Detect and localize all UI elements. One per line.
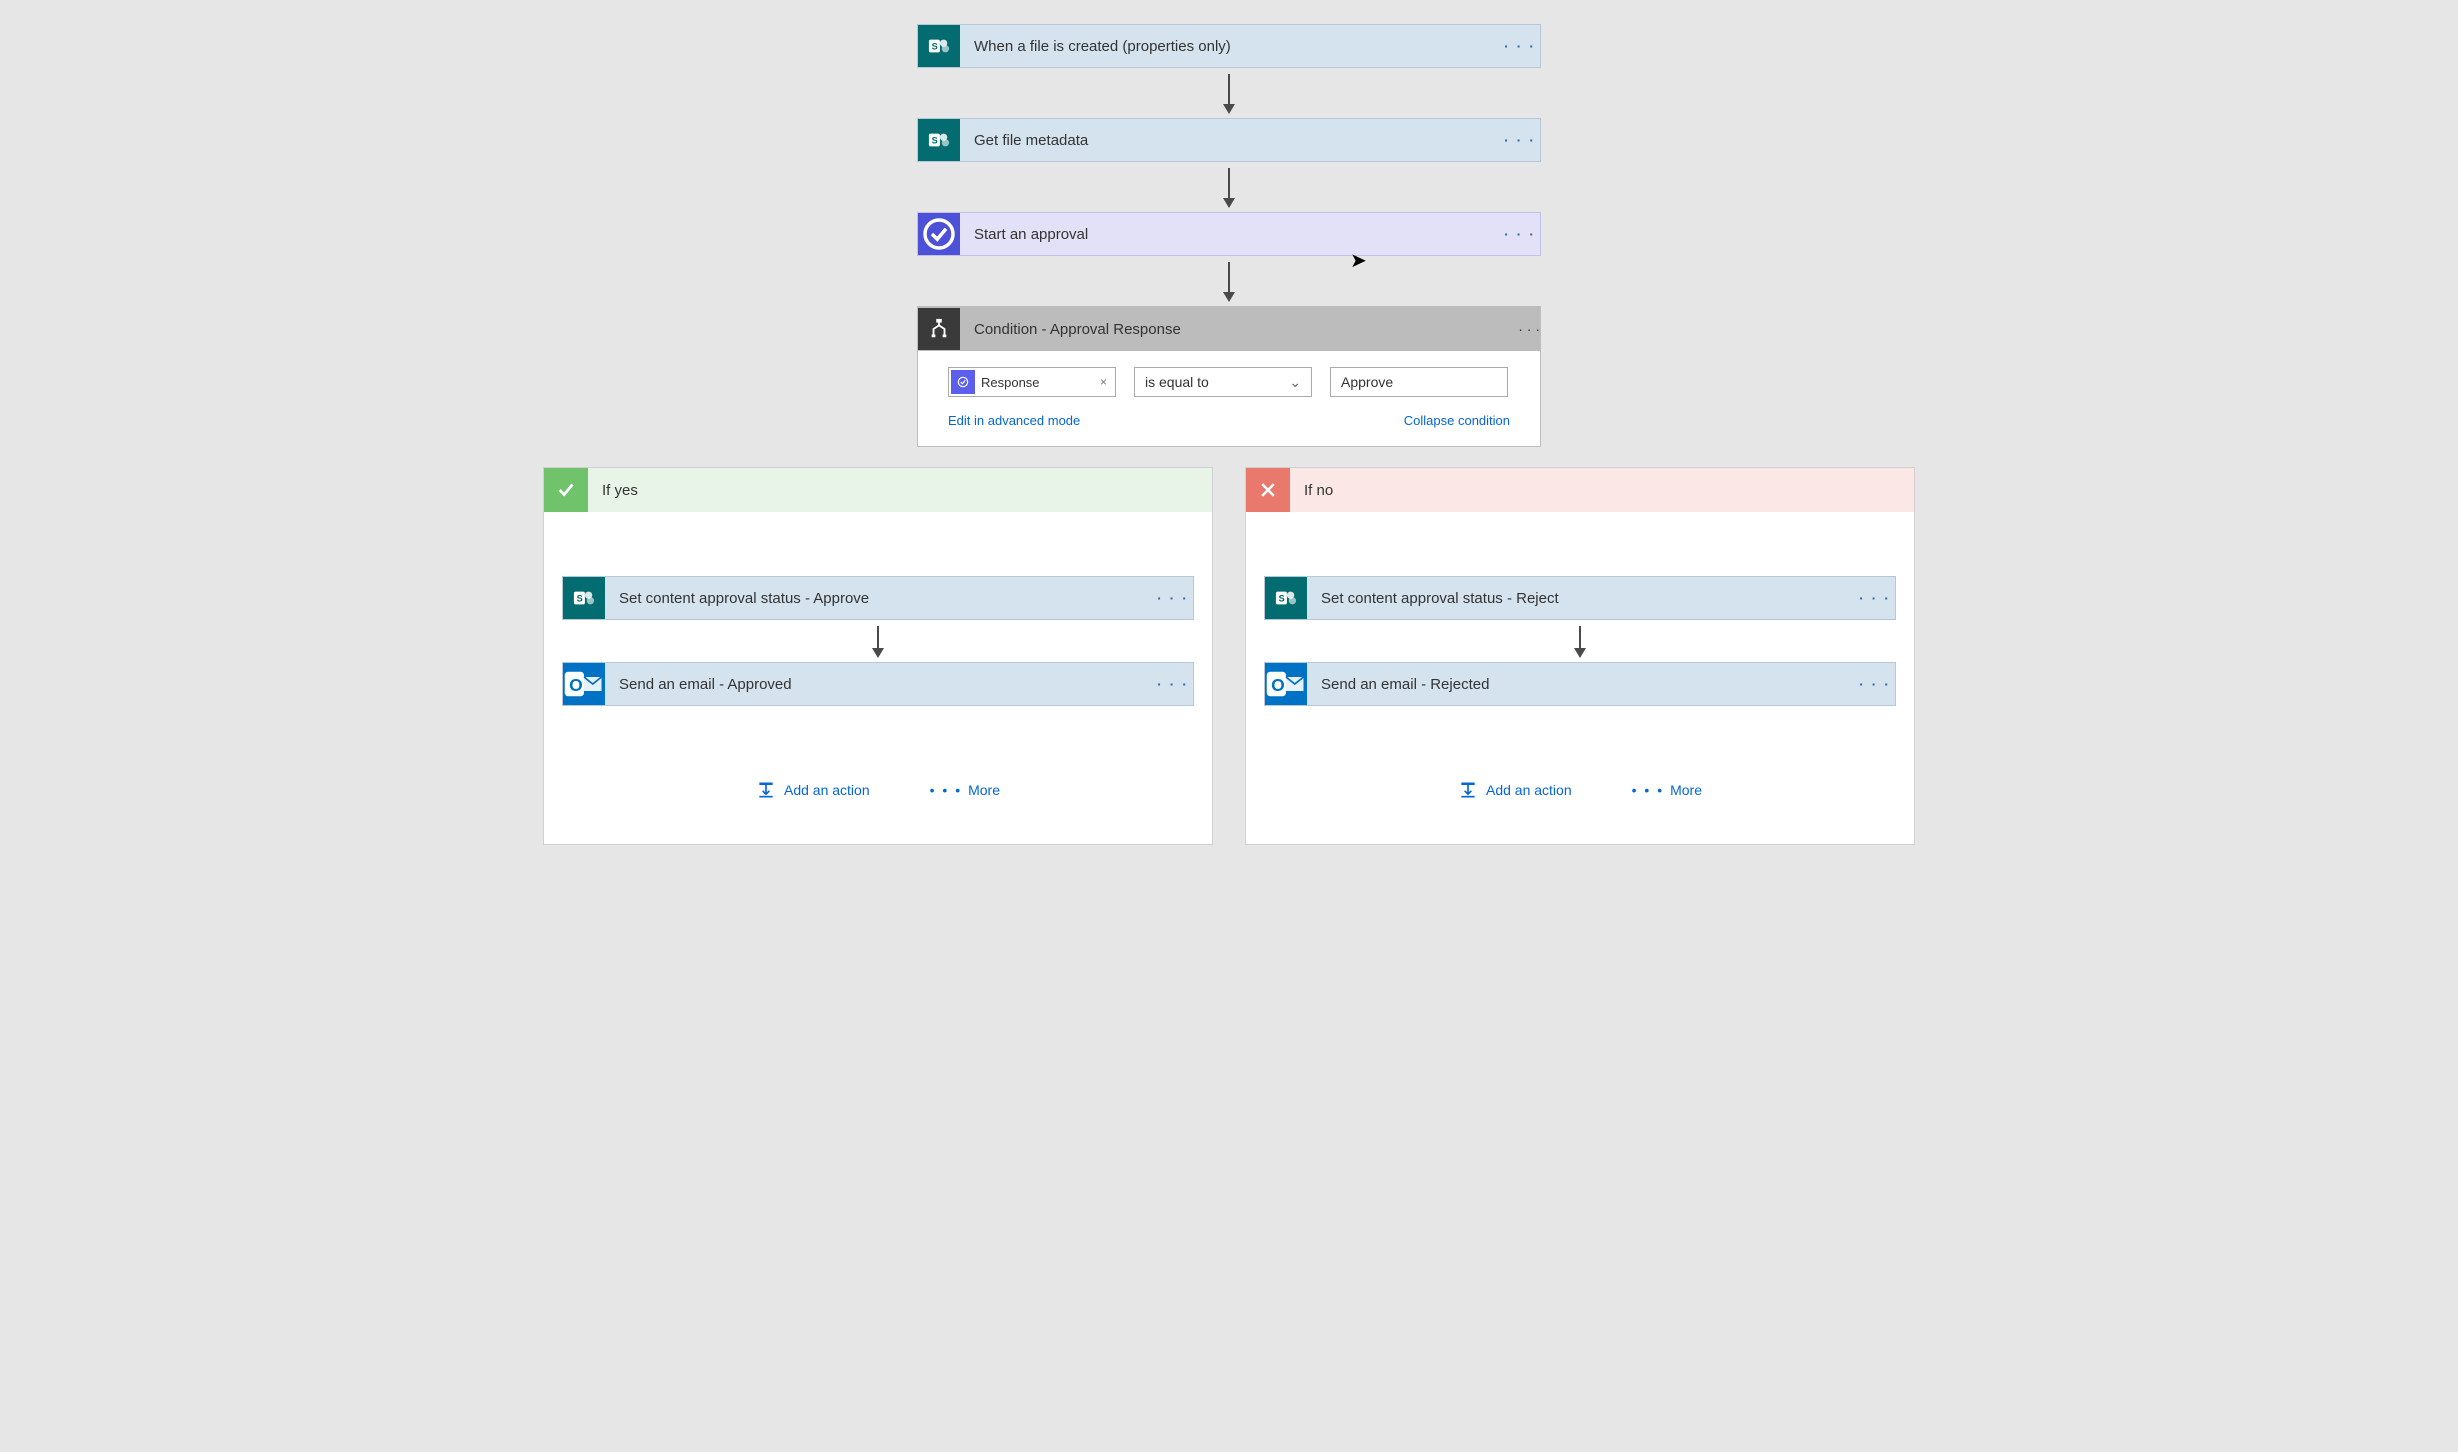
add-action-icon [756,780,776,800]
more-button[interactable]: • • • More [1632,782,1702,798]
step-menu-icon[interactable]: · · · [1855,676,1895,692]
more-button[interactable]: • • • More [930,782,1000,798]
step-menu-icon[interactable]: · · · [1500,132,1540,148]
step-set-reject[interactable]: S Set content approval status - Reject ·… [1264,576,1896,620]
step-trigger[interactable]: S When a file is created (properties onl… [917,24,1541,68]
step-menu-icon[interactable]: · · · [1855,590,1895,606]
edit-advanced-link[interactable]: Edit in advanced mode [948,413,1080,428]
arrow-icon [1579,626,1581,656]
token-remove-icon[interactable]: × [1100,375,1107,389]
more-label: More [968,782,1000,798]
step-email-approved-label: Send an email - Approved [605,676,1153,693]
step-email-approved[interactable]: O Send an email - Approved · · · [562,662,1194,706]
condition-operator-select[interactable]: is equal to ⌄ [1134,367,1312,397]
condition-operator-text: is equal to [1145,374,1209,390]
approval-icon [918,213,960,255]
step-menu-icon[interactable]: · · · [1153,676,1193,692]
add-action-button[interactable]: Add an action [756,780,870,800]
arrow-icon [1228,262,1230,300]
sharepoint-icon: S [1265,577,1307,619]
branch-no-title: If no [1290,482,1333,499]
step-start-approval[interactable]: Start an approval · · · [917,212,1541,256]
step-set-approve-label: Set content approval status - Approve [605,590,1153,607]
sharepoint-icon: S [918,119,960,161]
check-icon [544,468,588,512]
step-menu-icon[interactable]: · · · [1500,226,1540,242]
step-get-metadata[interactable]: S Get file metadata · · · [917,118,1541,162]
condition-header[interactable]: Condition - Approval Response · · · [918,307,1540,351]
cursor-icon: ➤ [1350,248,1367,273]
step-trigger-label: When a file is created (properties only) [960,38,1500,55]
outlook-icon: O [1265,663,1307,705]
condition-token-text: Response [981,375,1040,390]
step-approval-label: Start an approval [960,226,1500,243]
branch-yes-title: If yes [588,482,638,499]
step-menu-icon[interactable]: · · · [1518,321,1540,337]
svg-text:S: S [1279,594,1285,604]
branch-if-yes: If yes S Set content approval status - A… [543,467,1213,845]
more-label: More [1670,782,1702,798]
collapse-condition-link[interactable]: Collapse condition [1404,413,1510,428]
condition-value-input[interactable]: Approve [1330,367,1508,397]
chevron-down-icon: ⌄ [1289,374,1301,391]
condition-icon [918,308,960,350]
step-email-rejected[interactable]: O Send an email - Rejected · · · [1264,662,1896,706]
svg-text:S: S [932,136,938,146]
add-action-label: Add an action [784,782,870,798]
arrow-icon [877,626,879,656]
sharepoint-icon: S [563,577,605,619]
arrow-icon [1228,168,1230,206]
more-dots-icon: • • • [1632,782,1664,798]
svg-text:S: S [932,42,938,52]
svg-text:S: S [577,594,583,604]
condition-card: Condition - Approval Response · · · Resp… [917,306,1541,447]
arrow-icon [1228,74,1230,112]
step-menu-icon[interactable]: · · · [1500,38,1540,54]
svg-text:O: O [1271,675,1285,695]
step-metadata-label: Get file metadata [960,132,1500,149]
sharepoint-icon: S [918,25,960,67]
outlook-icon: O [563,663,605,705]
add-action-label: Add an action [1486,782,1572,798]
branch-no-header[interactable]: If no [1246,468,1914,512]
step-set-reject-label: Set content approval status - Reject [1307,590,1855,607]
step-set-approve[interactable]: S Set content approval status - Approve … [562,576,1194,620]
branch-yes-header[interactable]: If yes [544,468,1212,512]
step-email-rejected-label: Send an email - Rejected [1307,676,1855,693]
approval-token-icon [951,370,975,394]
svg-text:O: O [569,675,583,695]
add-action-icon [1458,780,1478,800]
condition-value-text: Approve [1341,374,1393,390]
condition-left-operand[interactable]: Response × [948,367,1116,397]
condition-title: Condition - Approval Response [960,321,1518,338]
branch-if-no: If no S Set content approval status - Re… [1245,467,1915,845]
more-dots-icon: • • • [930,782,962,798]
add-action-button[interactable]: Add an action [1458,780,1572,800]
step-menu-icon[interactable]: · · · [1153,590,1193,606]
close-icon [1246,468,1290,512]
